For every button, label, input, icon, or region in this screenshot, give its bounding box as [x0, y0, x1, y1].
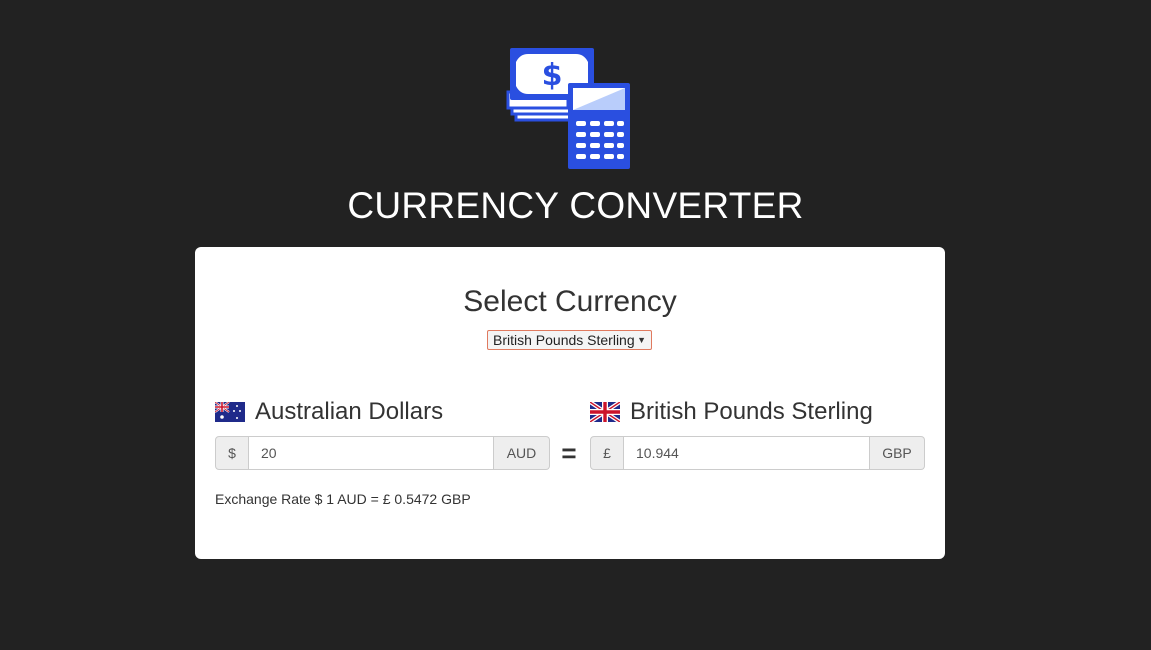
svg-text:$: $ [542, 58, 563, 93]
to-amount-input[interactable] [624, 436, 870, 470]
to-currency-code: GBP [870, 436, 925, 470]
select-currency-heading: Select Currency [463, 285, 677, 318]
from-amount-input[interactable] [249, 436, 494, 470]
from-currency-code: AUD [494, 436, 550, 470]
from-currency-symbol: $ [215, 436, 249, 470]
exchange-rate-text: Exchange Rate $ 1 AUD = £ 0.5472 GBP [215, 491, 471, 507]
equals-sign: = [561, 438, 577, 468]
money-calculator-icon: $ [506, 44, 634, 172]
currency-select-value: British Pounds Sterling [493, 332, 635, 348]
currency-select[interactable]: British Pounds Sterling ▼ [487, 330, 652, 350]
to-currency-symbol: £ [590, 436, 624, 470]
app-title: CURRENCY CONVERTER [347, 185, 804, 226]
to-amount-group: £ GBP [590, 436, 925, 470]
australia-flag-icon [215, 402, 245, 422]
uk-flag-icon [590, 402, 620, 422]
from-currency-label: Australian Dollars [215, 397, 443, 427]
chevron-down-icon: ▼ [637, 335, 646, 345]
from-currency-name: Australian Dollars [255, 398, 444, 425]
converter-card: Select Currency British Pounds Sterling … [195, 247, 945, 559]
to-currency-label: British Pounds Sterling [590, 397, 873, 427]
to-currency-name: British Pounds Sterling [630, 398, 873, 425]
from-amount-group: $ AUD [215, 436, 550, 470]
